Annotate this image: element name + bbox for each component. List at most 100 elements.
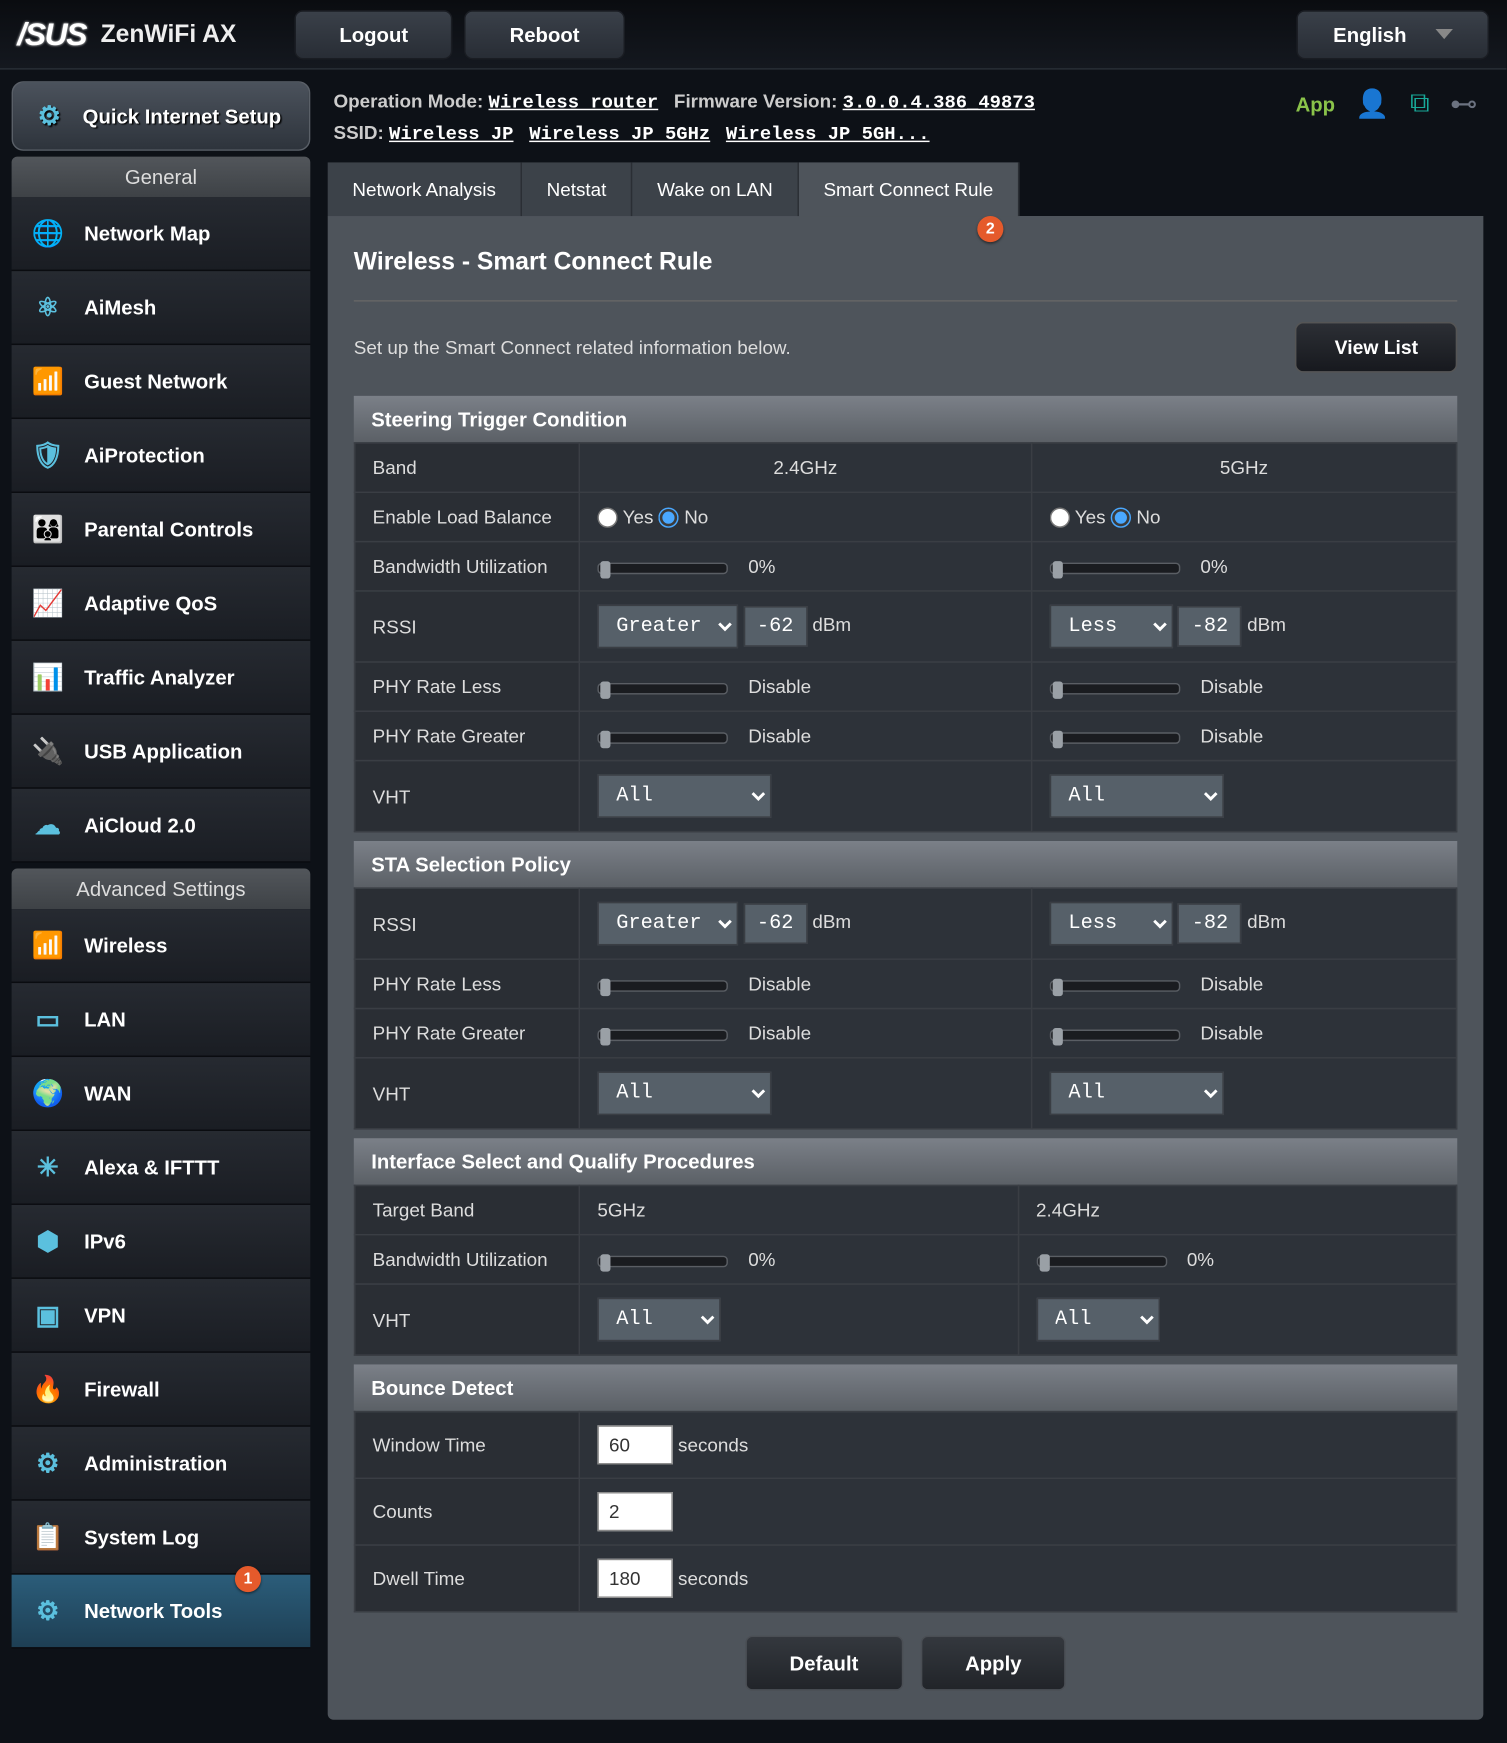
prl2-24[interactable] — [597, 980, 728, 992]
usb-icon[interactable]: ⊷ — [1450, 88, 1478, 121]
reboot-button[interactable]: Reboot — [465, 9, 625, 58]
sidebar-lan[interactable]: ▭LAN — [12, 983, 311, 1057]
sidebar-guest-network[interactable]: 📶Guest Network — [12, 345, 311, 419]
rssi2-24-val[interactable] — [743, 904, 807, 945]
rssi-5-sel[interactable]: Less — [1050, 605, 1173, 649]
vht3-24[interactable]: All — [597, 1298, 720, 1342]
sidebar-aiprotection[interactable]: 🛡AiProtection — [12, 419, 311, 493]
prg2-24[interactable] — [597, 1029, 728, 1041]
sidebar-usb-application[interactable]: 🔌USB Application — [12, 715, 311, 789]
user-icon[interactable]: 👤 — [1355, 87, 1389, 122]
sidebar-administration[interactable]: ⚙Administration — [12, 1427, 311, 1501]
rssi-24-val[interactable] — [743, 606, 807, 647]
menu-icon: ⬢ — [29, 1222, 67, 1260]
section-advanced: Advanced Settings — [12, 869, 311, 910]
counts-input[interactable] — [597, 1492, 672, 1531]
view-list-button[interactable]: View List — [1296, 321, 1458, 372]
sidebar-system-log[interactable]: 📋System Log — [12, 1501, 311, 1575]
menu-icon: ⚙ — [29, 1444, 67, 1482]
bw3-5[interactable] — [1036, 1255, 1167, 1267]
menu-icon: 📊 — [29, 658, 67, 696]
vht3-5[interactable]: All — [1036, 1298, 1159, 1342]
default-button[interactable]: Default — [745, 1636, 904, 1691]
sidebar-traffic-analyzer[interactable]: 📊Traffic Analyzer — [12, 641, 311, 715]
row3-vht: VHT — [355, 1284, 580, 1355]
row-vht: VHT — [355, 761, 580, 832]
sidebar-aicloud-2-0[interactable]: ☁AiCloud 2.0 — [12, 789, 311, 863]
tab-wol[interactable]: Wake on LAN — [632, 162, 798, 216]
menu-icon: ⚛ — [29, 289, 67, 327]
tab-network-analysis[interactable]: Network Analysis — [328, 162, 522, 216]
section-general: General — [12, 157, 311, 198]
sidebar-wireless[interactable]: 📶Wireless — [12, 909, 311, 983]
prl2-5[interactable] — [1050, 980, 1181, 992]
app-link[interactable]: App — [1296, 93, 1335, 116]
sidebar-aimesh[interactable]: ⚛AiMesh — [12, 271, 311, 345]
sidebar-wan[interactable]: 🌍WAN — [12, 1057, 311, 1131]
prg2-5[interactable] — [1050, 1029, 1181, 1041]
menu-icon: 🔥 — [29, 1370, 67, 1408]
bw-24-slider[interactable] — [597, 562, 728, 574]
bw-5-slider[interactable] — [1050, 562, 1181, 574]
op-mode-label: Operation Mode: — [334, 90, 484, 112]
dwell-input[interactable] — [597, 1559, 672, 1598]
sidebar-vpn[interactable]: ▣VPN — [12, 1279, 311, 1353]
rssi-5-val[interactable] — [1178, 606, 1242, 647]
vht-24[interactable]: All — [597, 775, 771, 819]
row3-bw: Bandwidth Utilization — [355, 1235, 580, 1284]
row-counts: Counts — [355, 1479, 580, 1546]
col-5: 5GHz — [1031, 442, 1456, 491]
row-bw: Bandwidth Utilization — [355, 542, 580, 591]
ssid-3[interactable]: Wireless JP 5GH... — [726, 123, 930, 145]
sidebar-network-tools[interactable]: ⚙Network Tools1 — [12, 1575, 311, 1649]
row2-prg: PHY Rate Greater — [355, 1009, 580, 1058]
ssid-1[interactable]: Wireless JP — [389, 123, 513, 145]
logout-button[interactable]: Logout — [294, 9, 453, 58]
sidebar-ipv6[interactable]: ⬢IPv6 — [12, 1205, 311, 1279]
prl-24[interactable] — [597, 683, 728, 695]
tband-24: 5GHz — [579, 1186, 1018, 1235]
elb-24-no[interactable] — [659, 508, 679, 528]
elb-5-yes[interactable] — [1050, 508, 1070, 528]
fw-link[interactable]: 3.0.0.4.386_49873 — [843, 91, 1035, 113]
elb-5-no[interactable] — [1111, 508, 1131, 528]
prg-5[interactable] — [1050, 732, 1181, 744]
rssi2-5-val[interactable] — [1178, 904, 1242, 945]
rssi-24-sel[interactable]: Greater — [597, 605, 738, 649]
sidebar-firewall[interactable]: 🔥Firewall — [12, 1353, 311, 1427]
vht2-5[interactable]: All — [1050, 1072, 1224, 1116]
tabs: Network Analysis Netstat Wake on LAN Sma… — [328, 162, 1484, 216]
prl-5[interactable] — [1050, 683, 1181, 695]
sec-bounce: Bounce Detect — [354, 1365, 1457, 1411]
row-prl: PHY Rate Less — [355, 662, 580, 711]
tab-netstat[interactable]: Netstat — [522, 162, 632, 216]
tband-5: 2.4GHz — [1018, 1186, 1457, 1235]
vht2-24[interactable]: All — [597, 1072, 771, 1116]
vht-5[interactable]: All — [1050, 775, 1224, 819]
sec-steering: Steering Trigger Condition — [354, 395, 1457, 441]
wtime-input[interactable] — [597, 1426, 672, 1465]
op-mode-link[interactable]: Wireless router — [489, 91, 659, 113]
tab-smart-connect[interactable]: Smart Connect Rule 2 — [799, 162, 1019, 216]
sidebar-network-map[interactable]: 🌐Network Map — [12, 197, 311, 271]
row-tband: Target Band — [355, 1186, 580, 1235]
gear-icon: ⚙ — [30, 97, 68, 135]
sidebar-parental-controls[interactable]: 👨‍👩‍👦Parental Controls — [12, 493, 311, 567]
prg-24[interactable] — [597, 732, 728, 744]
network-icon[interactable]: ⧉ — [1410, 88, 1430, 120]
menu-icon: ▣ — [29, 1296, 67, 1334]
ssid-label: SSID: — [334, 122, 384, 144]
bw3-24[interactable] — [597, 1255, 728, 1267]
row-wtime: Window Time — [355, 1412, 580, 1479]
language-select[interactable]: English — [1297, 9, 1489, 58]
sidebar-alexa-ifttt[interactable]: ✳Alexa & IFTTT — [12, 1131, 311, 1205]
ssid-2[interactable]: Wireless JP 5GHz — [529, 123, 710, 145]
apply-button[interactable]: Apply — [920, 1636, 1066, 1691]
elb-24-yes[interactable] — [597, 508, 617, 528]
rssi2-24-sel[interactable]: Greater — [597, 902, 738, 946]
quick-internet-setup[interactable]: ⚙ Quick Internet Setup — [12, 81, 311, 151]
sidebar-adaptive-qos[interactable]: 📈Adaptive QoS — [12, 567, 311, 641]
sec-interface: Interface Select and Qualify Procedures — [354, 1138, 1457, 1184]
menu-icon: ✳ — [29, 1148, 67, 1186]
rssi2-5-sel[interactable]: Less — [1050, 902, 1173, 946]
